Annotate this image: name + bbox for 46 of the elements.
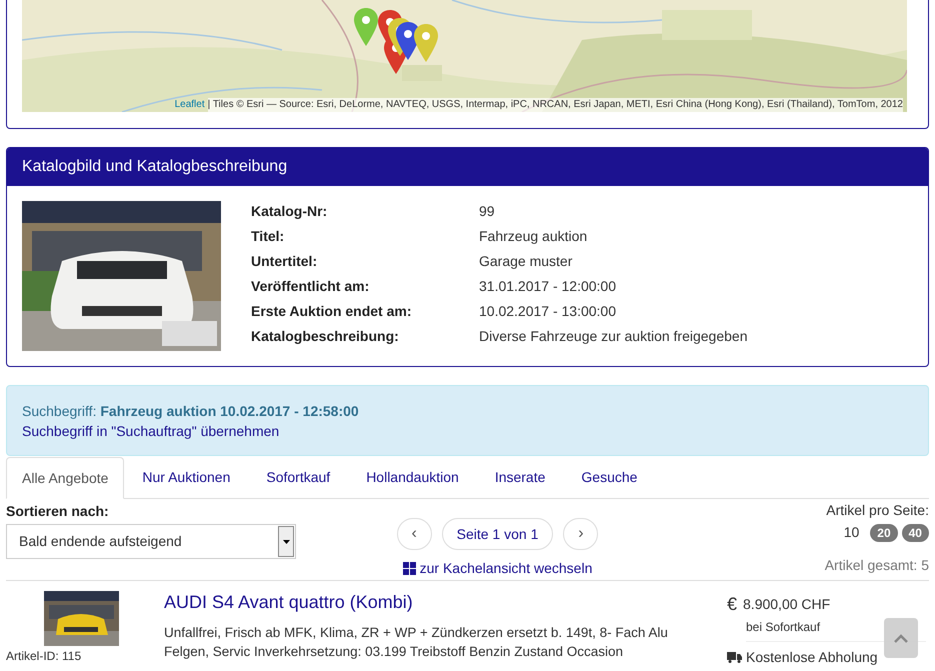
sort-label: Sortieren nach: bbox=[6, 502, 110, 521]
field-value: Diverse Fahrzeuge zur auktion freigegeben bbox=[479, 327, 748, 346]
caret-icon bbox=[282, 540, 290, 544]
map-markers-drawing[interactable] bbox=[354, 8, 438, 74]
field-label: Untertitel: bbox=[251, 252, 318, 271]
field-label: Katalog-Nr: bbox=[251, 202, 328, 221]
tab[interactable]: Alle Angebote bbox=[6, 457, 124, 499]
per-page-option[interactable]: 40 bbox=[902, 524, 929, 542]
item-description: Unfallfrei, Frisch ab MFK, Klima, ZR + WP + Zündkerzen ersetzt b. 149t, 8- Fach Alu Felgen, Servic Inverkehrsetzung: 03.199 Treibstoff Benzin Zustand Occasion bbox=[164, 624, 669, 661]
chevron-up-icon bbox=[894, 634, 908, 642]
per-page-label: Artikel pro Seite: bbox=[826, 501, 929, 520]
dropdown-arrow-button[interactable] bbox=[278, 526, 294, 557]
item-price: 8.900,00 CHF bbox=[743, 595, 830, 614]
search-term-text: Suchbegriff: Fahrzeug auktion 10.02.2017 - 12:58:00 bbox=[22, 402, 360, 421]
article-id: Artikel-ID: 115 bbox=[6, 648, 82, 665]
sort-dropdown[interactable]: Bald endende aufsteigend bbox=[6, 524, 296, 559]
per-page-option[interactable]: 10 bbox=[836, 522, 866, 543]
per-page-option[interactable]: 20 bbox=[870, 524, 898, 542]
field-value: 31.01.2017 - 12:00:00 bbox=[479, 277, 618, 296]
tab[interactable]: Hollandauktion bbox=[348, 457, 477, 498]
field-label: Veröffentlicht am: bbox=[251, 277, 370, 296]
next-page-button[interactable]: › bbox=[563, 518, 598, 550]
tab[interactable]: Nur Auktionen bbox=[124, 457, 248, 498]
tab[interactable]: Sofortkauf bbox=[248, 457, 348, 498]
total-count: Artikel gesamt: 5 bbox=[824, 556, 929, 575]
item-title-link[interactable]: AUDI S4 Avant quattro (Kombi) bbox=[164, 591, 413, 613]
attribution-text: | Tiles © Esri — Source: Esri, DeLorme, NAVTEQ, USGS, Intermap, iPC, NRCAN, Esri Japan, METI, Esri China (Hong Kong), Esri (Thailand), TomTom, 2012 bbox=[208, 98, 903, 112]
tab[interactable]: Gesuche bbox=[563, 457, 656, 498]
panel-header: Katalogbild und Katalogbeschreibung bbox=[7, 148, 928, 186]
save-search-link[interactable]: Suchbegriff in "Suchauftrag" übernehmen bbox=[22, 421, 280, 441]
previous-page-button[interactable]: ‹ bbox=[396, 518, 432, 550]
leaflet-link[interactable]: Leaflet bbox=[174, 98, 205, 112]
euro-icon: € bbox=[727, 591, 738, 618]
field-label: Erste Auktion endet am: bbox=[251, 302, 413, 321]
delivery-text: Kostenlose Abholung bbox=[746, 648, 878, 667]
field-label: Katalogbeschreibung: bbox=[251, 327, 400, 346]
grid-icon bbox=[402, 562, 416, 575]
truck-icon bbox=[727, 652, 742, 663]
field-label: Titel: bbox=[251, 227, 286, 246]
field-value: 99 bbox=[479, 202, 496, 221]
tab[interactable]: Inserate bbox=[476, 457, 564, 498]
field-value: Garage muster bbox=[479, 252, 574, 271]
tile-view-link[interactable]: zur Kachelansicht wechseln bbox=[420, 558, 592, 579]
field-value: 10.02.2017 - 13:00:00 bbox=[479, 302, 618, 321]
page-indicator[interactable]: Seite 1 von 1 bbox=[442, 518, 554, 550]
field-value: Fahrzeug auktion bbox=[479, 227, 588, 246]
